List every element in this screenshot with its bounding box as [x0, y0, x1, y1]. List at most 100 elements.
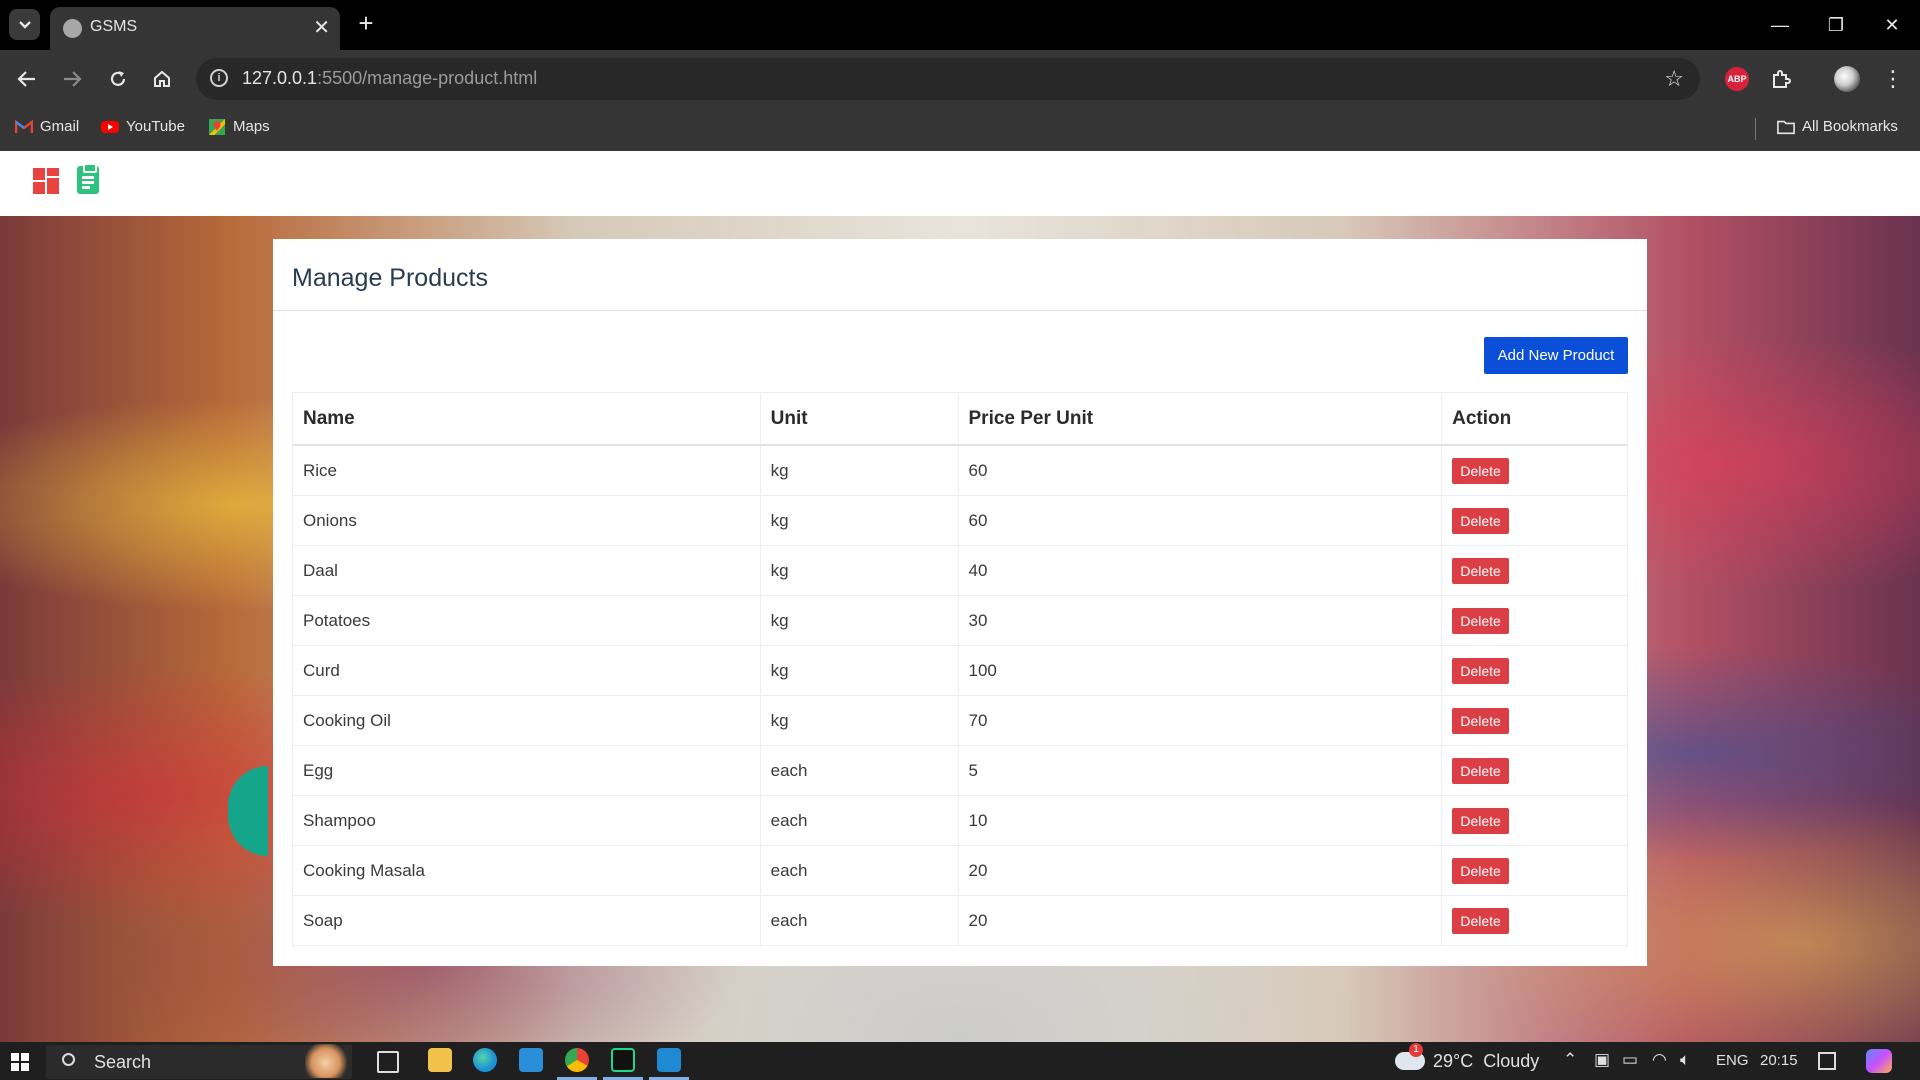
dashboard-icon[interactable] — [33, 168, 59, 194]
tab-search-button[interactable] — [9, 9, 40, 40]
reload-button[interactable] — [103, 64, 133, 94]
product-name: Curd — [292, 645, 761, 696]
table-row: Daal kg 40 Delete — [292, 545, 1628, 596]
delete-button[interactable]: Delete — [1452, 457, 1510, 484]
copilot-icon[interactable] — [1866, 1049, 1892, 1073]
chevron-down-icon — [18, 20, 31, 29]
all-bookmarks-button[interactable]: All Bookmarks — [1777, 118, 1898, 135]
folder-icon — [1777, 120, 1795, 134]
delete-button[interactable]: Delete — [1452, 507, 1510, 534]
bookmark-gmail[interactable]: Gmail — [15, 118, 79, 135]
product-unit: kg — [759, 645, 959, 696]
delete-button[interactable]: Delete — [1452, 657, 1510, 684]
address-bar[interactable]: i 127.0.0.1:5500/manage-product.html ☆ — [196, 58, 1700, 100]
battery-icon[interactable]: ▭ — [1622, 1050, 1638, 1070]
close-tab-icon[interactable]: ✕ — [313, 15, 330, 40]
delete-button[interactable]: Delete — [1452, 557, 1510, 584]
clock[interactable]: 20:15 — [1760, 1052, 1798, 1069]
product-unit: each — [759, 845, 959, 896]
new-tab-button[interactable]: + — [351, 8, 381, 39]
product-price: 20 — [957, 845, 1443, 896]
table-row: Cooking Masala each 20 Delete — [292, 845, 1628, 896]
page-title: Manage Products — [292, 264, 488, 292]
mail-icon[interactable] — [519, 1048, 543, 1072]
back-button[interactable] — [12, 64, 42, 94]
search-icon — [62, 1053, 75, 1066]
browser-tab-gsms[interactable]: GSMS ✕ — [50, 7, 340, 50]
reload-icon — [110, 71, 126, 86]
arrow-right-icon — [64, 71, 82, 87]
restore-icon[interactable]: ❐ — [1808, 0, 1864, 50]
vscode-icon[interactable] — [657, 1048, 681, 1072]
product-name: Onions — [292, 495, 761, 546]
bookmark-maps[interactable]: Maps — [208, 118, 270, 135]
manage-products-card: Manage Products Add New Product Name Uni… — [273, 239, 1647, 966]
action-cell: Delete — [1441, 545, 1628, 596]
table-row: Shampoo each 10 Delete — [292, 795, 1628, 846]
product-price: 5 — [957, 745, 1443, 796]
globe-icon — [63, 19, 82, 38]
product-name: Rice — [292, 444, 761, 496]
product-price: 40 — [957, 545, 1443, 596]
avatar — [1834, 66, 1860, 92]
extensions-button[interactable] — [1766, 62, 1796, 96]
table-row: Potatoes kg 30 Delete — [292, 595, 1628, 646]
bookmarks-bar: Gmail YouTube Maps All Bookmarks — [0, 108, 1920, 151]
delete-button[interactable]: Delete — [1452, 607, 1510, 634]
url-text[interactable]: 127.0.0.1:5500/manage-product.html — [242, 68, 537, 89]
product-unit: each — [759, 895, 959, 946]
arrow-left-icon — [17, 71, 35, 87]
weather-widget[interactable]: 1 29°C Cloudy — [1395, 1043, 1539, 1075]
page-viewport: Manage Products Add New Product Name Uni… — [0, 151, 1920, 1042]
delete-button[interactable]: Delete — [1452, 907, 1510, 934]
chevron-up-icon[interactable]: ⌃ — [1563, 1050, 1577, 1070]
url-host: 127.0.0.1 — [242, 68, 318, 88]
product-name: Cooking Oil — [292, 695, 761, 746]
delete-button[interactable]: Delete — [1452, 707, 1510, 734]
bookmarks-divider — [1755, 118, 1756, 140]
menu-button[interactable]: ⋮ — [1878, 62, 1908, 96]
profile-button[interactable] — [1830, 62, 1864, 96]
language-indicator[interactable]: ENG — [1716, 1052, 1749, 1069]
meet-icon[interactable]: ▣ — [1594, 1050, 1610, 1070]
products-table: Name Unit Price Per Unit Action Rice kg … — [292, 392, 1628, 946]
close-window-icon[interactable]: ✕ — [1864, 0, 1920, 50]
product-price: 10 — [957, 795, 1443, 846]
product-unit: each — [759, 795, 959, 846]
minimize-icon[interactable]: — — [1752, 0, 1808, 50]
file-explorer-icon[interactable] — [428, 1048, 452, 1072]
home-button[interactable] — [147, 64, 177, 94]
abp-icon: ABP — [1725, 67, 1749, 91]
bookmark-label: YouTube — [126, 118, 185, 135]
task-view-icon[interactable] — [377, 1051, 399, 1073]
wifi-icon[interactable]: ◠ — [1652, 1050, 1667, 1070]
product-name: Cooking Masala — [292, 845, 761, 896]
search-highlight-image — [305, 1044, 351, 1078]
windows-start-icon[interactable] — [11, 1053, 29, 1071]
windows-taskbar: Search 1 29°C Cloudy ⌃ ▣ ▭ ◠ 🔈︎ ENG 20:1… — [0, 1042, 1920, 1080]
chrome-icon[interactable] — [565, 1048, 589, 1072]
forward-button[interactable] — [57, 64, 87, 94]
bookmark-label: Gmail — [40, 118, 80, 135]
delete-button[interactable]: Delete — [1452, 757, 1510, 784]
column-header-name: Name — [292, 392, 761, 446]
bookmark-youtube[interactable]: YouTube — [101, 118, 185, 135]
table-row: Cooking Oil kg 70 Delete — [292, 695, 1628, 746]
notifications-icon[interactable] — [1818, 1052, 1836, 1070]
edge-icon[interactable] — [473, 1048, 497, 1072]
volume-icon[interactable]: 🔈︎ — [1680, 1050, 1690, 1070]
adblock-extension[interactable]: ABP — [1722, 62, 1752, 96]
product-unit: kg — [759, 444, 959, 496]
site-info-icon[interactable]: i — [210, 69, 228, 87]
bookmark-star-icon[interactable]: ☆ — [1664, 66, 1684, 92]
delete-button[interactable]: Delete — [1452, 807, 1510, 834]
pycharm-icon[interactable] — [611, 1048, 635, 1072]
action-cell: Delete — [1441, 795, 1628, 846]
column-header-unit: Unit — [759, 392, 959, 446]
delete-button[interactable]: Delete — [1452, 857, 1510, 884]
action-cell: Delete — [1441, 845, 1628, 896]
clipboard-icon[interactable] — [77, 163, 99, 194]
product-name: Daal — [292, 545, 761, 596]
product-price: 60 — [957, 444, 1443, 496]
add-new-product-button[interactable]: Add New Product — [1484, 337, 1628, 374]
